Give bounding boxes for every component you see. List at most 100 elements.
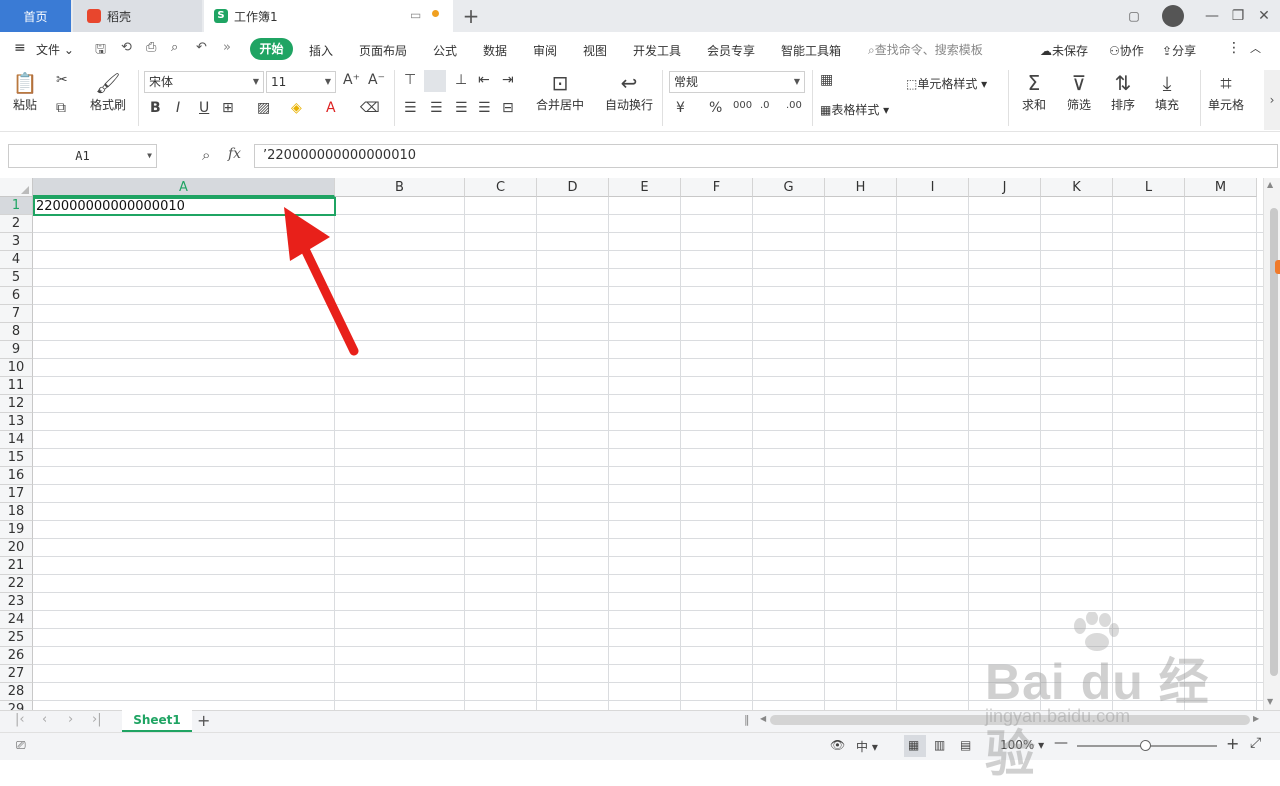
next-sheet-icon[interactable]: › — [68, 712, 73, 727]
eraser-icon[interactable]: ⌫ — [360, 100, 380, 116]
font-size-select[interactable]: 11 ▼ — [266, 71, 336, 93]
tab-home[interactable]: 首页 — [0, 0, 71, 32]
collaborate-button[interactable]: ⚇协作 — [1109, 42, 1144, 59]
indent-increase-icon[interactable]: ⇥ — [502, 72, 514, 88]
filter-button[interactable]: ⊽ 筛选 — [1066, 70, 1092, 113]
function-icon[interactable]: fx — [228, 146, 241, 162]
last-sheet-icon[interactable]: ›| — [92, 712, 102, 727]
row-header-18[interactable]: 18 — [0, 503, 33, 521]
row-header-3[interactable]: 3 — [0, 233, 33, 251]
column-header-g[interactable]: G — [753, 178, 825, 197]
copy-icon[interactable]: ⧉ — [56, 100, 66, 116]
scroll-down-icon[interactable]: ▼ — [1267, 697, 1273, 706]
row-header-10[interactable]: 10 — [0, 359, 33, 377]
bold-icon[interactable]: B — [150, 100, 161, 116]
sum-button[interactable]: Σ 求和 — [1021, 70, 1047, 113]
avatar[interactable] — [1162, 5, 1184, 27]
row-header-6[interactable]: 6 — [0, 287, 33, 305]
distribute-icon[interactable]: ⊟ — [502, 100, 514, 116]
macro-record-icon[interactable]: ⎚ — [16, 738, 26, 753]
row-header-19[interactable]: 19 — [0, 521, 33, 539]
italic-icon[interactable]: I — [176, 100, 180, 116]
page-break-view-icon[interactable]: ▤ — [960, 738, 971, 752]
scroll-up-icon[interactable]: ▲ — [1267, 180, 1273, 189]
row-header-15[interactable]: 15 — [0, 449, 33, 467]
thousands-icon[interactable]: 000 — [733, 100, 752, 111]
menu-review[interactable]: 审阅 — [533, 42, 557, 59]
format-painter-button[interactable]: 🖌 格式刷 — [90, 70, 126, 113]
conditional-format-icon[interactable]: ▦ — [820, 72, 833, 88]
row-header-20[interactable]: 20 — [0, 539, 33, 557]
row-header-17[interactable]: 17 — [0, 485, 33, 503]
print-preview-icon[interactable]: ⌕ — [171, 40, 178, 55]
row-header-4[interactable]: 4 — [0, 251, 33, 269]
row-header-11[interactable]: 11 — [0, 377, 33, 395]
close-icon[interactable]: ✕ — [1248, 0, 1280, 32]
menu-page-layout[interactable]: 页面布局 — [359, 42, 407, 59]
menu-file[interactable]: 文件 ⌄ — [36, 41, 74, 58]
indent-decrease-icon[interactable]: ⇤ — [478, 72, 490, 88]
row-header-12[interactable]: 12 — [0, 395, 33, 413]
table-style-button[interactable]: ▦表格样式 ▾ — [820, 101, 889, 118]
side-panel-tab[interactable] — [1275, 260, 1280, 274]
prev-sheet-icon[interactable]: ‹ — [42, 712, 47, 727]
first-sheet-icon[interactable]: |‹ — [15, 712, 25, 727]
row-header-27[interactable]: 27 — [0, 665, 33, 683]
border-icon[interactable]: ⊞ — [222, 100, 234, 116]
cell-fill-pattern-icon[interactable]: ▨ — [257, 100, 270, 116]
fullscreen-icon[interactable]: ⤢ — [1250, 735, 1261, 751]
decimal-increase-icon[interactable]: .0 — [760, 100, 770, 111]
monitor-icon[interactable]: ▭ — [410, 8, 421, 22]
paste-button[interactable]: 📋 粘贴 — [12, 70, 38, 113]
menu-dev-tools[interactable]: 开发工具 — [633, 42, 681, 59]
tab-workbook[interactable]: S 工作簿1 ▭ — [204, 0, 453, 32]
scroll-right-icon[interactable]: ▶ — [1253, 714, 1259, 723]
page-layout-view-icon[interactable]: ▥ — [934, 738, 945, 752]
row-header-23[interactable]: 23 — [0, 593, 33, 611]
vertical-scroll-thumb[interactable] — [1270, 208, 1278, 676]
font-grow-icon[interactable]: A⁺ — [343, 72, 360, 88]
column-header-k[interactable]: K — [1041, 178, 1113, 197]
row-header-22[interactable]: 22 — [0, 575, 33, 593]
print-icon[interactable]: ⎙ — [146, 40, 156, 55]
new-tab-plus-icon[interactable]: + — [455, 0, 487, 32]
undo-icon[interactable]: ↶ — [196, 40, 207, 55]
cell-button[interactable]: ⌗ 单元格 — [1208, 70, 1244, 113]
cell-style-button[interactable]: ⬚单元格样式 ▾ — [906, 75, 987, 92]
menu-insert[interactable]: 插入 — [309, 42, 333, 59]
align-right-icon[interactable]: ☰ — [455, 100, 468, 116]
align-top-icon[interactable]: ⊤ — [404, 72, 416, 88]
row-header-2[interactable]: 2 — [0, 215, 33, 233]
split-handle-icon[interactable]: ‖ — [744, 713, 750, 726]
formula-input[interactable]: ’220000000000000010 — [254, 144, 1278, 168]
menu-formula[interactable]: 公式 — [433, 42, 457, 59]
column-header-m[interactable]: M — [1185, 178, 1257, 197]
merge-center-button[interactable]: ⊡ 合并居中 — [536, 70, 584, 113]
row-header-28[interactable]: 28 — [0, 683, 33, 701]
row-header-16[interactable]: 16 — [0, 467, 33, 485]
align-center-icon[interactable]: ☰ — [430, 100, 443, 116]
menu-start[interactable]: 开始 — [250, 38, 293, 60]
column-header-i[interactable]: I — [897, 178, 969, 197]
unsaved-button[interactable]: ☁未保存 — [1040, 42, 1088, 59]
fill-color-icon[interactable]: ◈ — [291, 100, 302, 116]
menu-smart-tools[interactable]: 智能工具箱 — [781, 42, 841, 59]
font-shrink-icon[interactable]: A⁻ — [368, 72, 385, 88]
collapse-ribbon-icon[interactable]: ︿ — [1250, 40, 1261, 56]
row-header-5[interactable]: 5 — [0, 269, 33, 287]
menu-view[interactable]: 视图 — [583, 42, 607, 59]
ribbon-scroll-right-icon[interactable]: › — [1264, 70, 1280, 130]
row-header-1[interactable]: 1 — [0, 197, 33, 215]
tab-daoke[interactable]: 稻壳 — [73, 0, 202, 32]
column-header-d[interactable]: D — [537, 178, 609, 197]
menu-data[interactable]: 数据 — [483, 42, 507, 59]
row-header-14[interactable]: 14 — [0, 431, 33, 449]
underline-icon[interactable]: U — [199, 100, 209, 116]
row-header-7[interactable]: 7 — [0, 305, 33, 323]
percent-icon[interactable]: % — [709, 100, 722, 116]
justify-icon[interactable]: ☰ — [478, 100, 491, 116]
scroll-left-icon[interactable]: ◀ — [760, 714, 766, 723]
cut-icon[interactable]: ✂ — [56, 72, 68, 88]
row-header-21[interactable]: 21 — [0, 557, 33, 575]
row-header-29[interactable]: 29 — [0, 701, 33, 710]
